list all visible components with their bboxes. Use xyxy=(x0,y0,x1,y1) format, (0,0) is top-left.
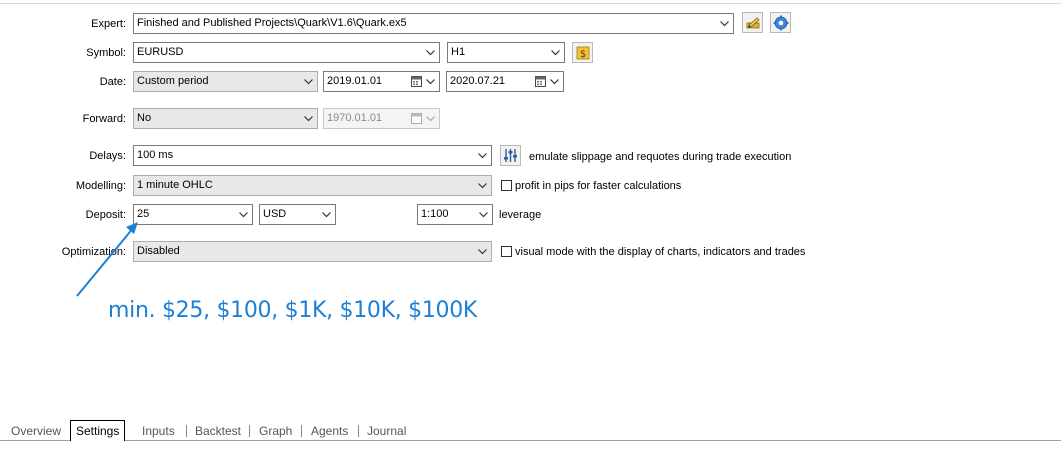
annotation-arrow xyxy=(76,222,138,297)
leverage-select[interactable]: 1:100 xyxy=(417,204,493,225)
symbol-select[interactable]: EURUSD xyxy=(133,42,440,63)
calendar-icon xyxy=(411,113,422,124)
chevron-down-icon[interactable] xyxy=(300,72,317,91)
svg-text:$: $ xyxy=(579,49,585,60)
currency-select[interactable]: USD xyxy=(259,204,336,225)
chevron-down-icon[interactable] xyxy=(546,72,563,91)
modelling-value: 1 minute OHLC xyxy=(137,179,213,191)
chevron-down-icon[interactable] xyxy=(422,43,439,62)
chevron-down-icon[interactable] xyxy=(474,176,491,195)
chevron-down-icon[interactable] xyxy=(474,146,491,165)
date-from-picker[interactable]: 2019.01.01 xyxy=(323,71,440,92)
chevron-down-icon[interactable] xyxy=(716,14,733,33)
tab-overview[interactable]: Overview xyxy=(6,422,66,440)
chevron-down-icon[interactable] xyxy=(547,43,564,62)
date-mode-select[interactable]: Custom period xyxy=(133,71,318,92)
date-to-value: 2020.07.21 xyxy=(450,75,506,87)
modelling-select[interactable]: 1 minute OHLC xyxy=(133,175,492,196)
optimization-select[interactable]: Disabled xyxy=(133,241,492,262)
date-from-value: 2019.01.01 xyxy=(327,75,383,87)
forward-select[interactable]: No xyxy=(133,108,318,129)
forward-value: No xyxy=(137,112,152,124)
currency-value: USD xyxy=(263,208,287,220)
tab-backtest[interactable]: Backtest xyxy=(190,422,246,440)
tab-bar-line xyxy=(0,440,1061,441)
timeframe-select[interactable]: H1 xyxy=(447,42,565,63)
chevron-down-icon[interactable] xyxy=(422,72,439,91)
delays-select[interactable]: 100 ms xyxy=(133,145,492,166)
tab-journal[interactable]: Journal xyxy=(362,422,411,440)
top-divider xyxy=(0,3,1061,4)
profit-in-pips-label: profit in pips for faster calculations xyxy=(515,180,682,192)
chevron-down-icon xyxy=(422,109,439,128)
profit-in-pips-checkbox[interactable] xyxy=(501,180,512,191)
expert-label: Expert: xyxy=(91,18,126,30)
date-mode-value: Custom period xyxy=(137,75,209,87)
tab-separator xyxy=(186,425,187,437)
timeframe-value: H1 xyxy=(451,46,466,58)
gear-icon[interactable] xyxy=(770,12,791,33)
visual-mode-checkbox[interactable] xyxy=(501,246,512,257)
chevron-down-icon[interactable] xyxy=(300,109,317,128)
dollar-icon[interactable]: $ xyxy=(572,42,593,63)
symbol-value: EURUSD xyxy=(137,46,184,58)
calendar-icon[interactable] xyxy=(535,75,546,87)
forward-date-value: 1970.01.01 xyxy=(327,112,383,124)
tab-agents[interactable]: Agents xyxy=(306,422,353,440)
leverage-label: leverage xyxy=(499,209,542,221)
tab-separator xyxy=(249,425,250,437)
visual-mode-label: visual mode with the display of charts, … xyxy=(515,246,806,258)
modelling-label: Modelling: xyxy=(75,180,126,192)
expert-select[interactable]: Finished and Published Projects\Quark\V1… xyxy=(133,13,734,34)
tab-settings[interactable]: Settings xyxy=(70,420,126,441)
tab-separator xyxy=(358,425,359,437)
leverage-value: 1:100 xyxy=(421,208,449,220)
delays-label: Delays: xyxy=(89,150,126,162)
delays-note: emulate slippage and requotes during tra… xyxy=(529,151,792,163)
chevron-down-icon[interactable] xyxy=(475,205,492,224)
chevron-down-icon[interactable] xyxy=(318,205,335,224)
symbol-label: Symbol: xyxy=(86,47,126,59)
chevron-down-icon[interactable] xyxy=(235,205,252,224)
chevron-down-icon[interactable] xyxy=(474,242,491,261)
delays-value: 100 ms xyxy=(137,149,174,161)
sliders-icon[interactable] xyxy=(500,145,521,166)
edit-pencil-icon[interactable] xyxy=(742,12,763,33)
tab-bar: Overview Settings Inputs Backtest Graph … xyxy=(0,420,1061,449)
annotation-text: min. $25, $100, $1K, $10K, $100K xyxy=(108,298,478,323)
date-label: Date: xyxy=(99,76,126,88)
date-to-picker[interactable]: 2020.07.21 xyxy=(446,71,564,92)
forward-date-picker: 1970.01.01 xyxy=(323,108,440,129)
expert-value: Finished and Published Projects\Quark\V1… xyxy=(137,17,407,29)
calendar-icon[interactable] xyxy=(411,75,422,87)
forward-label: Forward: xyxy=(82,113,126,125)
tab-inputs[interactable]: Inputs xyxy=(137,422,180,440)
tab-graph[interactable]: Graph xyxy=(254,422,297,440)
tab-separator xyxy=(301,425,302,437)
